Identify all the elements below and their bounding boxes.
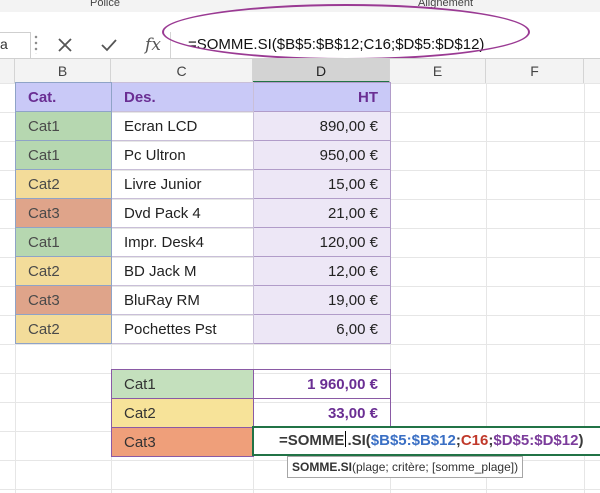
- summary-cat-cell[interactable]: Cat2: [111, 398, 254, 428]
- cell-des[interactable]: BluRay RM: [111, 285, 254, 315]
- cell-des[interactable]: Pochettes Pst: [111, 314, 254, 344]
- table-row: Cat3 Dvd Pack 4 21,00 €: [15, 198, 391, 228]
- cell-cat[interactable]: Cat1: [15, 227, 112, 257]
- tooltip-function-name[interactable]: SOMME.SI: [292, 460, 352, 474]
- table-row: Cat3 BluRay RM 19,00 €: [15, 285, 391, 315]
- summary-cat-cell[interactable]: Cat3: [111, 427, 254, 457]
- table-row: Cat1 Impr. Desk4 120,00 €: [15, 227, 391, 257]
- cell-des[interactable]: Impr. Desk4: [111, 227, 254, 257]
- ribbon-group-alignement-label: Alignement: [418, 0, 474, 9]
- formula-token-close: ): [578, 432, 584, 449]
- formula-token-criteria: C16: [460, 432, 489, 449]
- column-header-partial[interactable]: [0, 59, 15, 83]
- ribbon-group-police-label: Police: [90, 0, 120, 9]
- formula-bar: a fx =SOMME.SI($B$5:$B$12;C16;$D$5:$D$12…: [0, 12, 600, 60]
- cell-cat[interactable]: Cat2: [15, 256, 112, 286]
- cell-ht[interactable]: 12,00 €: [253, 256, 391, 286]
- cell-ht[interactable]: 890,00 €: [253, 111, 391, 141]
- cell-des[interactable]: Pc Ultron: [111, 140, 254, 170]
- cell-cat[interactable]: Cat2: [15, 314, 112, 344]
- column-header-f[interactable]: F: [486, 59, 584, 83]
- column-headers: B C D E F: [0, 58, 600, 84]
- summary-total-cell[interactable]: 1 960,00 €: [253, 369, 391, 399]
- cell-des[interactable]: Dvd Pack 4: [111, 198, 254, 228]
- column-header-e[interactable]: E: [390, 59, 486, 83]
- table-row: Cat2 Livre Junior 15,00 €: [15, 169, 391, 199]
- cell-cat[interactable]: Cat2: [15, 169, 112, 199]
- table-row: Cat1 Pc Ultron 950,00 €: [15, 140, 391, 170]
- header-cell-des[interactable]: Des.: [111, 82, 254, 112]
- header-cell-cat[interactable]: Cat.: [15, 82, 112, 112]
- insert-function-button[interactable]: fx: [136, 28, 170, 62]
- cell-des[interactable]: Livre Junior: [111, 169, 254, 199]
- column-header-b[interactable]: B: [15, 59, 111, 83]
- summary-total-cell[interactable]: 33,00 €: [253, 398, 391, 428]
- cell-cat[interactable]: Cat3: [15, 285, 112, 315]
- cell-ht[interactable]: 120,00 €: [253, 227, 391, 257]
- name-box[interactable]: a: [0, 32, 31, 60]
- close-x-icon: [58, 38, 72, 52]
- cell-ht[interactable]: 15,00 €: [253, 169, 391, 199]
- cell-des[interactable]: BD Jack M: [111, 256, 254, 286]
- formula-token-range1: $B$5:$B$12: [370, 432, 456, 449]
- cell-cat[interactable]: Cat1: [15, 140, 112, 170]
- enter-button[interactable]: [92, 28, 126, 62]
- formula-bar-resize-grip[interactable]: [34, 34, 38, 54]
- cell-des[interactable]: Ecran LCD: [111, 111, 254, 141]
- cell-ht[interactable]: 21,00 €: [253, 198, 391, 228]
- column-header-d[interactable]: D: [253, 59, 390, 83]
- table-row: Cat1 Ecran LCD 890,00 €: [15, 111, 391, 141]
- summary-row: Cat2 33,00 €: [111, 398, 391, 428]
- column-header-c[interactable]: C: [111, 59, 253, 83]
- summary-cat-cell[interactable]: Cat1: [111, 369, 254, 399]
- active-cell-editor[interactable]: =SOMME .SI($B$5:$B$12;C16;$D$5:$D$12): [252, 426, 600, 456]
- summary-row: Cat1 1 960,00 €: [111, 369, 391, 399]
- formula-input[interactable]: =SOMME.SI($B$5:$B$12;C16;$D$5:$D$12): [170, 32, 600, 58]
- formula-token-function: =SOMME: [279, 432, 345, 449]
- cell-cat[interactable]: Cat3: [15, 198, 112, 228]
- table-header-row: Cat. Des. HT: [15, 82, 391, 112]
- function-tooltip: SOMME.SI(plage; critère; [somme_plage]): [287, 456, 524, 478]
- cancel-button[interactable]: [48, 28, 82, 62]
- formula-token-function-end: .SI(: [347, 432, 371, 449]
- formula-token-range2: $D$5:$D$12: [493, 432, 579, 449]
- cell-ht[interactable]: 19,00 €: [253, 285, 391, 315]
- tooltip-arguments: (plage; critère; [somme_plage]): [352, 460, 519, 474]
- table-row: Cat2 BD Jack M 12,00 €: [15, 256, 391, 286]
- cell-cat[interactable]: Cat1: [15, 111, 112, 141]
- header-cell-ht[interactable]: HT: [253, 82, 391, 112]
- cell-ht[interactable]: 950,00 €: [253, 140, 391, 170]
- checkmark-icon: [101, 39, 117, 52]
- cell-ht[interactable]: 6,00 €: [253, 314, 391, 344]
- product-table: Cat. Des. HT Cat1 Ecran LCD 890,00 € Cat…: [15, 82, 391, 344]
- name-box-text: a: [0, 36, 8, 52]
- table-row: Cat2 Pochettes Pst 6,00 €: [15, 314, 391, 344]
